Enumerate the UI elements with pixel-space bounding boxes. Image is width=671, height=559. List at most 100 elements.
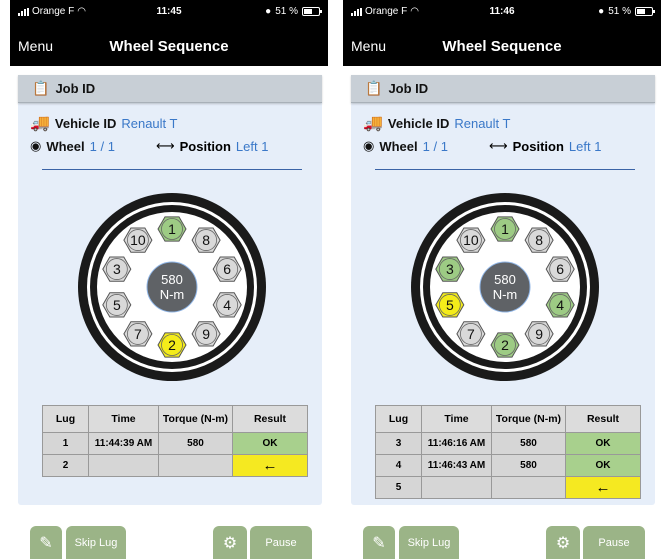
vehicle-id-label: Vehicle ID [54,115,117,131]
wheel-value: 1 / 1 [422,138,448,154]
lug-nut-label: 5 [113,297,121,313]
battery-icon [635,7,655,16]
divider [42,169,302,170]
lug-nut-label: 5 [446,297,454,313]
wheel-label: Wheel [379,138,418,154]
job-id-label: Job ID [55,81,96,96]
lug-nut-label: 3 [446,261,454,277]
lug-nut-label: 6 [223,261,231,277]
gear-icon: ⚙ [555,534,571,552]
content-panel: 📋 Job ID 🚚 Vehicle ID Renault T ◉ Wheel … [18,75,322,505]
lug-nut-label: 1 [168,221,176,237]
skip-lug-button[interactable]: Skip Lug [399,526,459,559]
header-time: Time [421,405,492,433]
lug-nut-label: 4 [223,297,231,313]
cell-lug: 2 [42,454,89,477]
settings-button[interactable]: ⚙ [213,526,247,559]
position-row: ⟷ Position Left 1 [489,138,601,154]
position-label: Position [512,138,564,154]
page-title: Wheel Sequence [109,38,229,55]
wheel-icon: ◉ [363,138,375,153]
table-row: 1 11:44:39 AM 580 OK [42,432,308,455]
position-icon: ⟷ [489,138,508,153]
pause-button[interactable]: Pause [250,526,312,559]
vehicle-row: 🚚 Vehicle ID Renault T [363,113,510,133]
table-row: 3 11:46:16 AM 580 OK [375,432,641,455]
status-bar: Orange F ◠ 11:46 ● 51 % [343,0,661,24]
clipboard-icon: 📋 [32,80,50,96]
job-id-header[interactable]: 📋 Job ID [18,75,322,103]
pause-button[interactable]: Pause [583,526,645,559]
header-torque: Torque (N-m) [158,405,233,433]
lug-nut-label: 3 [113,261,121,277]
lug-table: Lug Time Torque (N-m) Result 3 11:46:16 … [375,405,641,499]
nav-bar: Menu Wheel Sequence [343,24,661,66]
skip-lug-button[interactable]: Skip Lug [66,526,126,559]
position-icon: ⟷ [156,138,175,153]
notes-icon: ✎ [39,534,53,552]
divider [375,169,635,170]
table-row: 4 11:46:43 AM 580 OK [375,454,641,477]
cell-time [88,454,159,477]
clipboard-icon: 📋 [365,80,383,96]
position-row: ⟷ Position Left 1 [156,138,268,154]
job-id-header[interactable]: 📋 Job ID [351,75,655,103]
gear-icon: ⚙ [222,534,238,552]
alarm-icon: ● [598,6,605,17]
table-row: 5 ← [375,476,641,499]
wheel-label: Wheel [46,138,85,154]
header-lug: Lug [42,405,89,433]
cell-time: 11:44:39 AM [88,432,159,455]
lug-nut-label: 2 [168,337,176,353]
position-value: Left 1 [568,138,602,154]
hub-torque-unit: N-m [160,287,185,302]
notes-button[interactable]: ✎ [30,526,62,559]
battery-icon [302,7,322,16]
content-panel: 📋 Job ID 🚚 Vehicle ID Renault T ◉ Wheel … [351,75,655,505]
truck-icon: 🚚 [30,115,50,132]
wheel-row: ◉ Wheel 1 / 1 [363,138,448,154]
wheel-row: ◉ Wheel 1 / 1 [30,138,115,154]
cell-time [421,476,492,499]
lug-nut-label: 7 [134,326,142,342]
battery-percent: 51 % [275,6,298,17]
header-time: Time [88,405,159,433]
lug-nut-label: 6 [556,261,564,277]
torque-hub: 580 N-m [146,261,198,313]
lug-table: Lug Time Torque (N-m) Result 1 11:44:39 … [42,405,308,477]
cell-lug: 4 [375,454,422,477]
hub-torque-unit: N-m [493,287,518,302]
phone-screen-left: Orange F ◠ 11:45 ● 51 % Menu Wheel Seque… [10,0,328,559]
vehicle-id-label: Vehicle ID [387,115,450,131]
hub-torque-value: 580 [494,272,516,287]
settings-button[interactable]: ⚙ [546,526,580,559]
lug-nut-label: 9 [202,326,210,342]
battery-percent: 51 % [608,6,631,17]
cell-result-arrow: ← [565,476,641,499]
notes-button[interactable]: ✎ [363,526,395,559]
hub-torque-value: 580 [161,272,183,287]
header-lug: Lug [375,405,422,433]
lug-nut-label: 7 [467,326,475,342]
cell-result-arrow: ← [232,454,308,477]
cell-torque: 580 [491,432,566,455]
lug-nut-label: 8 [535,232,543,248]
lug-nut-label: 10 [463,232,479,248]
header-torque: Torque (N-m) [491,405,566,433]
wheel-value: 1 / 1 [89,138,115,154]
cell-time: 11:46:16 AM [421,432,492,455]
notes-icon: ✎ [372,534,386,552]
position-label: Position [179,138,231,154]
wheel-diagram: 1 86 49 2 75 3 10 580 N-m [411,193,599,381]
lug-nut-label: 9 [535,326,543,342]
cell-result: OK [565,432,641,455]
cell-torque: 580 [158,432,233,455]
status-bar: Orange F ◠ 11:45 ● 51 % [10,0,328,24]
torque-hub: 580 N-m [479,261,531,313]
cell-result: OK [565,454,641,477]
job-id-label: Job ID [388,81,429,96]
phone-screen-right: Orange F ◠ 11:46 ● 51 % Menu Wheel Seque… [343,0,661,559]
cell-time: 11:46:43 AM [421,454,492,477]
alarm-icon: ● [265,6,272,17]
table-row: 2 ← [42,454,308,477]
